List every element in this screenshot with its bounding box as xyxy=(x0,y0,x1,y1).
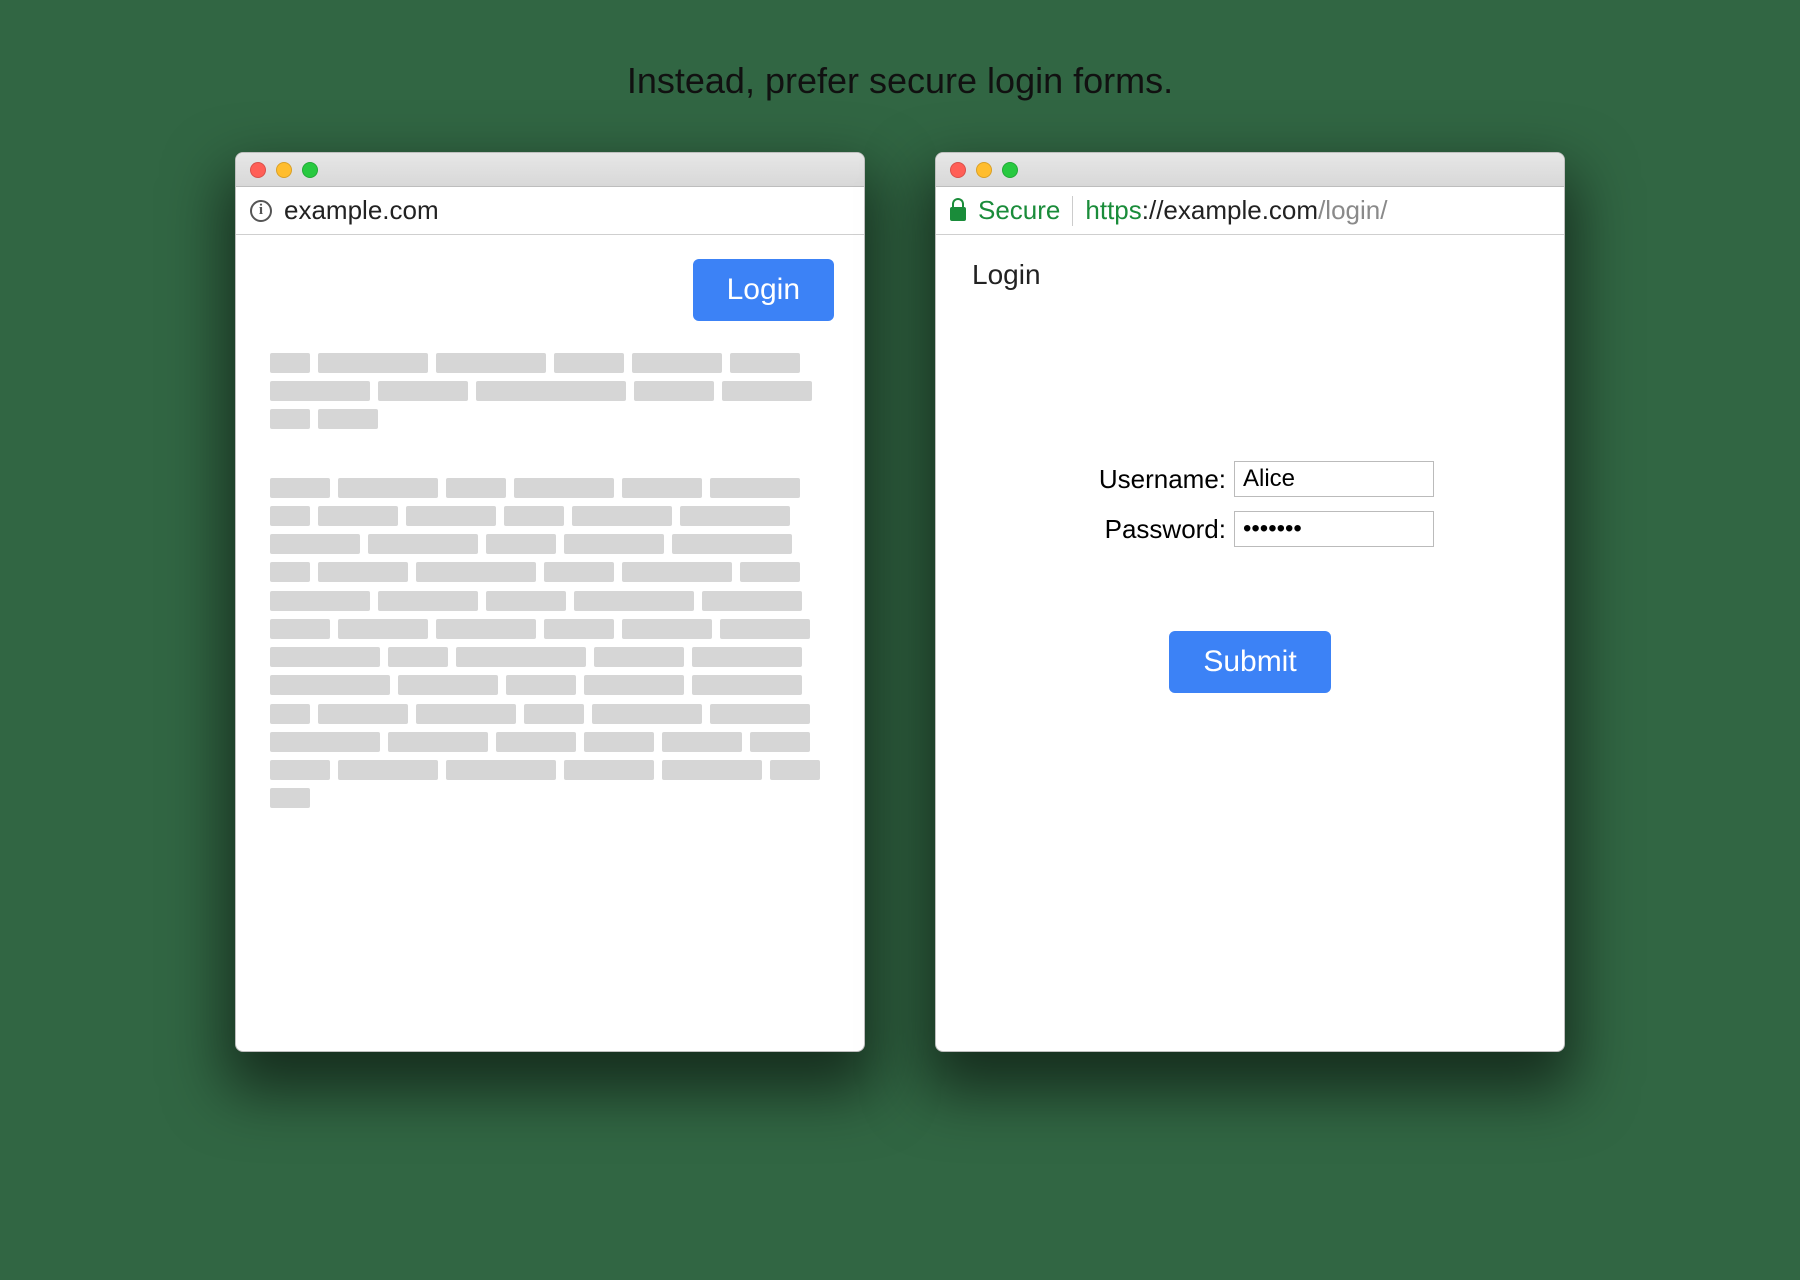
minimize-icon[interactable] xyxy=(976,162,992,178)
page-content: Login Username: Password: Submit xyxy=(936,235,1564,1051)
close-icon[interactable] xyxy=(250,162,266,178)
secure-browser-window: Secure https://example.com/login/ Login … xyxy=(935,152,1565,1052)
page-title: Login xyxy=(972,259,1534,291)
login-form: Username: Password: Submit xyxy=(966,461,1534,693)
username-label: Username: xyxy=(1066,464,1226,495)
password-input[interactable] xyxy=(1234,511,1434,547)
window-titlebar xyxy=(236,153,864,187)
window-titlebar xyxy=(936,153,1564,187)
address-divider xyxy=(1072,196,1073,226)
username-input[interactable] xyxy=(1234,461,1434,497)
username-row: Username: xyxy=(1066,461,1434,497)
caption-text: Instead, prefer secure login forms. xyxy=(627,60,1173,102)
maximize-icon[interactable] xyxy=(1002,162,1018,178)
page-content: Login xyxy=(236,235,864,1051)
submit-button[interactable]: Submit xyxy=(1169,631,1330,693)
login-button[interactable]: Login xyxy=(693,259,834,321)
placeholder-paragraph xyxy=(266,349,834,434)
placeholder-paragraph xyxy=(266,474,834,813)
address-url: example.com xyxy=(284,195,439,226)
secure-label: Secure xyxy=(978,195,1060,226)
lock-icon[interactable] xyxy=(950,207,966,221)
address-bar[interactable]: i example.com xyxy=(236,187,864,235)
password-label: Password: xyxy=(1066,514,1226,545)
password-row: Password: xyxy=(1066,511,1434,547)
minimize-icon[interactable] xyxy=(276,162,292,178)
address-bar[interactable]: Secure https://example.com/login/ xyxy=(936,187,1564,235)
insecure-browser-window: i example.com Login xyxy=(235,152,865,1052)
close-icon[interactable] xyxy=(950,162,966,178)
address-url: https://example.com/login/ xyxy=(1085,195,1387,226)
info-icon[interactable]: i xyxy=(250,200,272,222)
maximize-icon[interactable] xyxy=(302,162,318,178)
